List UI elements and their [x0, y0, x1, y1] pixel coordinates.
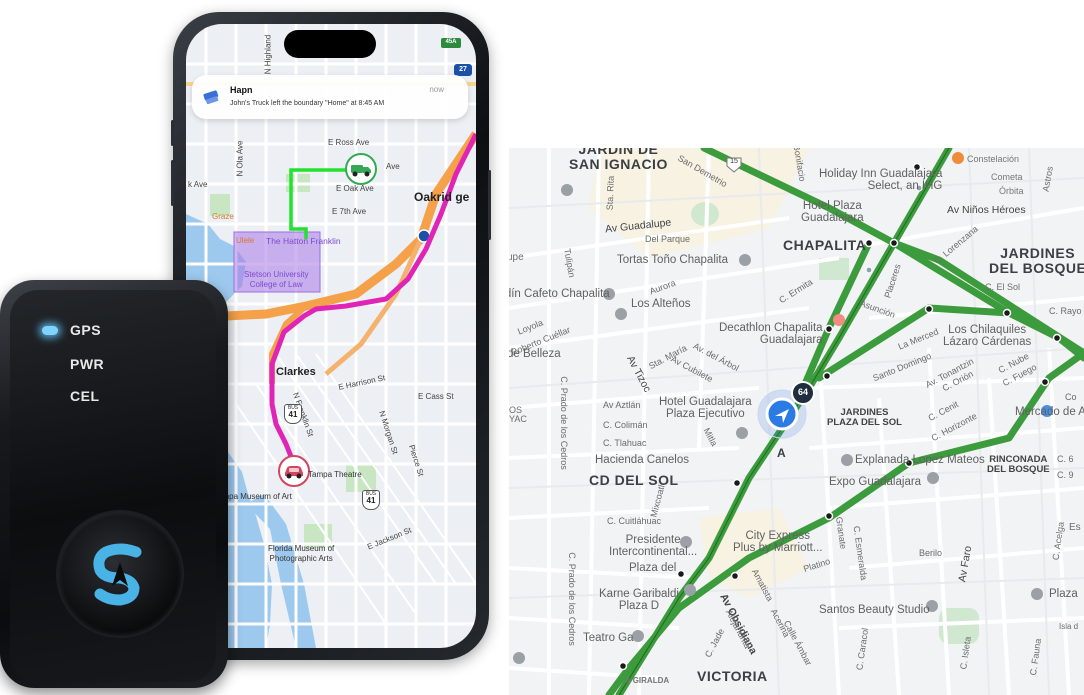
label-jardines-del-bosque: JARDINES DEL BOSQUE [989, 245, 1084, 276]
label-olele: Ulele [236, 236, 255, 245]
label-victoria: VICTORIA [697, 668, 768, 684]
street-del-parque: Del Parque [645, 234, 691, 244]
phone-volume-button [171, 160, 174, 206]
place-hotel-plaza[interactable]: Hotel Plaza Guadalajara [801, 200, 864, 224]
label-jardines-plaza-del-sol: JARDINES PLAZA DEL SOL [827, 407, 902, 428]
notification-time: now [429, 85, 444, 94]
route-map-panel[interactable]: JARDIN DE SAN IGNACIO CHAPALITA JARDINES… [509, 148, 1084, 695]
place-teatro[interactable]: Teatro Ga [583, 632, 634, 644]
place-city-express[interactable]: City Express Plus by Marriott... [733, 530, 822, 554]
street-c-coliman: C. Colimán [603, 420, 648, 430]
place-explanada[interactable]: Explanada Lopez Mateos [855, 454, 985, 466]
place-santos-beauty[interactable]: Santos Beauty Studio [819, 604, 930, 616]
truck-icon[interactable] [350, 160, 372, 178]
label-stetson: Stetson University College of Law [244, 270, 309, 289]
place-decathlon[interactable]: Decathlon Chapalita Guadalajara [719, 322, 823, 346]
street-c-6: C. 6 [1057, 454, 1074, 464]
label-e-oak: E Oak Ave [336, 184, 374, 193]
car-icon[interactable] [283, 462, 305, 480]
label-hatton: The Hatton Franklin [266, 236, 341, 246]
place-plaza-right[interactable]: Plaza [1049, 588, 1078, 600]
label-florida-museum: Florida Museum of Photographic Arts [268, 544, 335, 563]
label-e-ross: E Ross Ave [328, 138, 370, 147]
label-ave: Ave [386, 162, 400, 171]
marker-label-a: A [777, 446, 786, 460]
route-shield-text: 15 [730, 158, 738, 165]
led-label-cel: CEL [70, 388, 100, 404]
place-presidente[interactable]: Presidente Intercontinental... [609, 534, 697, 558]
street-es: Es [1069, 522, 1081, 533]
notification-app-name: Hapn [230, 85, 253, 95]
label-rinconada: RINCONADA DEL BOSQUE [987, 454, 1050, 475]
label-giralda: A GIRALDA [625, 676, 670, 685]
spytec-logo-icon [90, 542, 150, 608]
place-plaza-del[interactable]: Plaza del [629, 562, 676, 574]
street-isla: Isla d [1059, 622, 1079, 631]
place-los-altenos[interactable]: Los Alteños [631, 298, 690, 310]
label-k-ave: k Ave [188, 180, 208, 189]
street-c-9: C. 9 [1057, 470, 1074, 480]
label-chapalita: CHAPALITA [783, 237, 867, 253]
speed-badge-value: 64 [797, 387, 808, 397]
phone-side-button [171, 120, 174, 146]
label-n-highland: N Highland [263, 34, 273, 75]
label-n-ola: N Ola Ave [235, 140, 245, 177]
highway-badge-text: 45A [445, 39, 457, 45]
street-c-tlahuac: C. Tlahuac [603, 438, 647, 448]
push-notification[interactable]: Hapn John's Truck left the boundary "Hom… [192, 75, 468, 119]
street-c-prado-2: C. Prado de los Cedros [566, 552, 577, 646]
place-holiday-inn[interactable]: Holiday Inn Guadalajara Select, an IHG [819, 168, 942, 192]
label-e-7th: E 7th Ave [332, 207, 367, 216]
place-cometa: Cometa [991, 172, 1023, 182]
place-expo-guadalajara[interactable]: Expo Guadalajara [829, 476, 921, 488]
place-tortas-tono[interactable]: Tortas Toño Chapalita [617, 254, 728, 266]
place-cafeto[interactable]: rdín Cafeto Chapalita [509, 288, 610, 300]
street-upe: upe [509, 252, 524, 263]
route-map-canvas [509, 148, 1084, 695]
street-sta-rita: Sta. Rita [604, 175, 616, 211]
bus-41-shield: BUS 41 [362, 490, 380, 510]
bus-41-shield: BUS 41 [284, 404, 302, 424]
label-tampa-theatre: Tampa Theatre [308, 470, 362, 479]
label-oakridge: Oakrid ge [414, 190, 470, 204]
place-orbita: Órbita [999, 186, 1024, 196]
label-e-cass: E Cass St [418, 392, 454, 401]
street-av-aztlan: Av Aztlán [603, 400, 641, 410]
label-graze: Graze [212, 212, 234, 221]
hapn-app-icon [203, 88, 221, 106]
place-hotel-guadalajara[interactable]: Hotel Guadalajara Plaza Ejecutivo [659, 396, 752, 420]
place-hacienda-canelos[interactable]: Hacienda Canelos [595, 454, 689, 466]
street-c-rayo: C. Rayo [1049, 306, 1082, 316]
street-co: Co [1065, 392, 1077, 402]
phone-dynamic-island [284, 30, 376, 58]
label-jardin-san-ignacio: JARDIN DE SAN IGNACIO [569, 148, 668, 172]
street-c-prado: C. Prado de los Cedros [558, 376, 569, 470]
label-clarkes: Clarkes [276, 366, 316, 378]
place-mercado[interactable]: Mercado de Aba [1015, 406, 1084, 418]
phone-power-button [488, 170, 491, 240]
place-berilo: Berilo [919, 548, 943, 558]
place-karne-garibaldi[interactable]: Karne Garibaldi Plaza D [599, 588, 679, 612]
gps-led-indicator [42, 326, 58, 335]
street-os-yac: OS YAC [509, 405, 527, 424]
place-los-chilaquiles[interactable]: Los Chilaquiles Lázaro Cárdenas [943, 324, 1031, 348]
highway-badge-text: 27 [459, 66, 467, 73]
led-label-pwr: PWR [70, 356, 105, 372]
street-c-el-sol: C. El Sol [985, 282, 1021, 292]
notification-message: John's Truck left the boundary "Home" at… [230, 100, 385, 107]
place-constelacion: Constelación [967, 154, 1020, 164]
led-label-gps: GPS [70, 322, 102, 338]
street-av-ninos-heroes: Av Niños Héroes [947, 204, 1026, 216]
street-c-cuitlahuac: C. Cuitláhuac [607, 516, 662, 526]
